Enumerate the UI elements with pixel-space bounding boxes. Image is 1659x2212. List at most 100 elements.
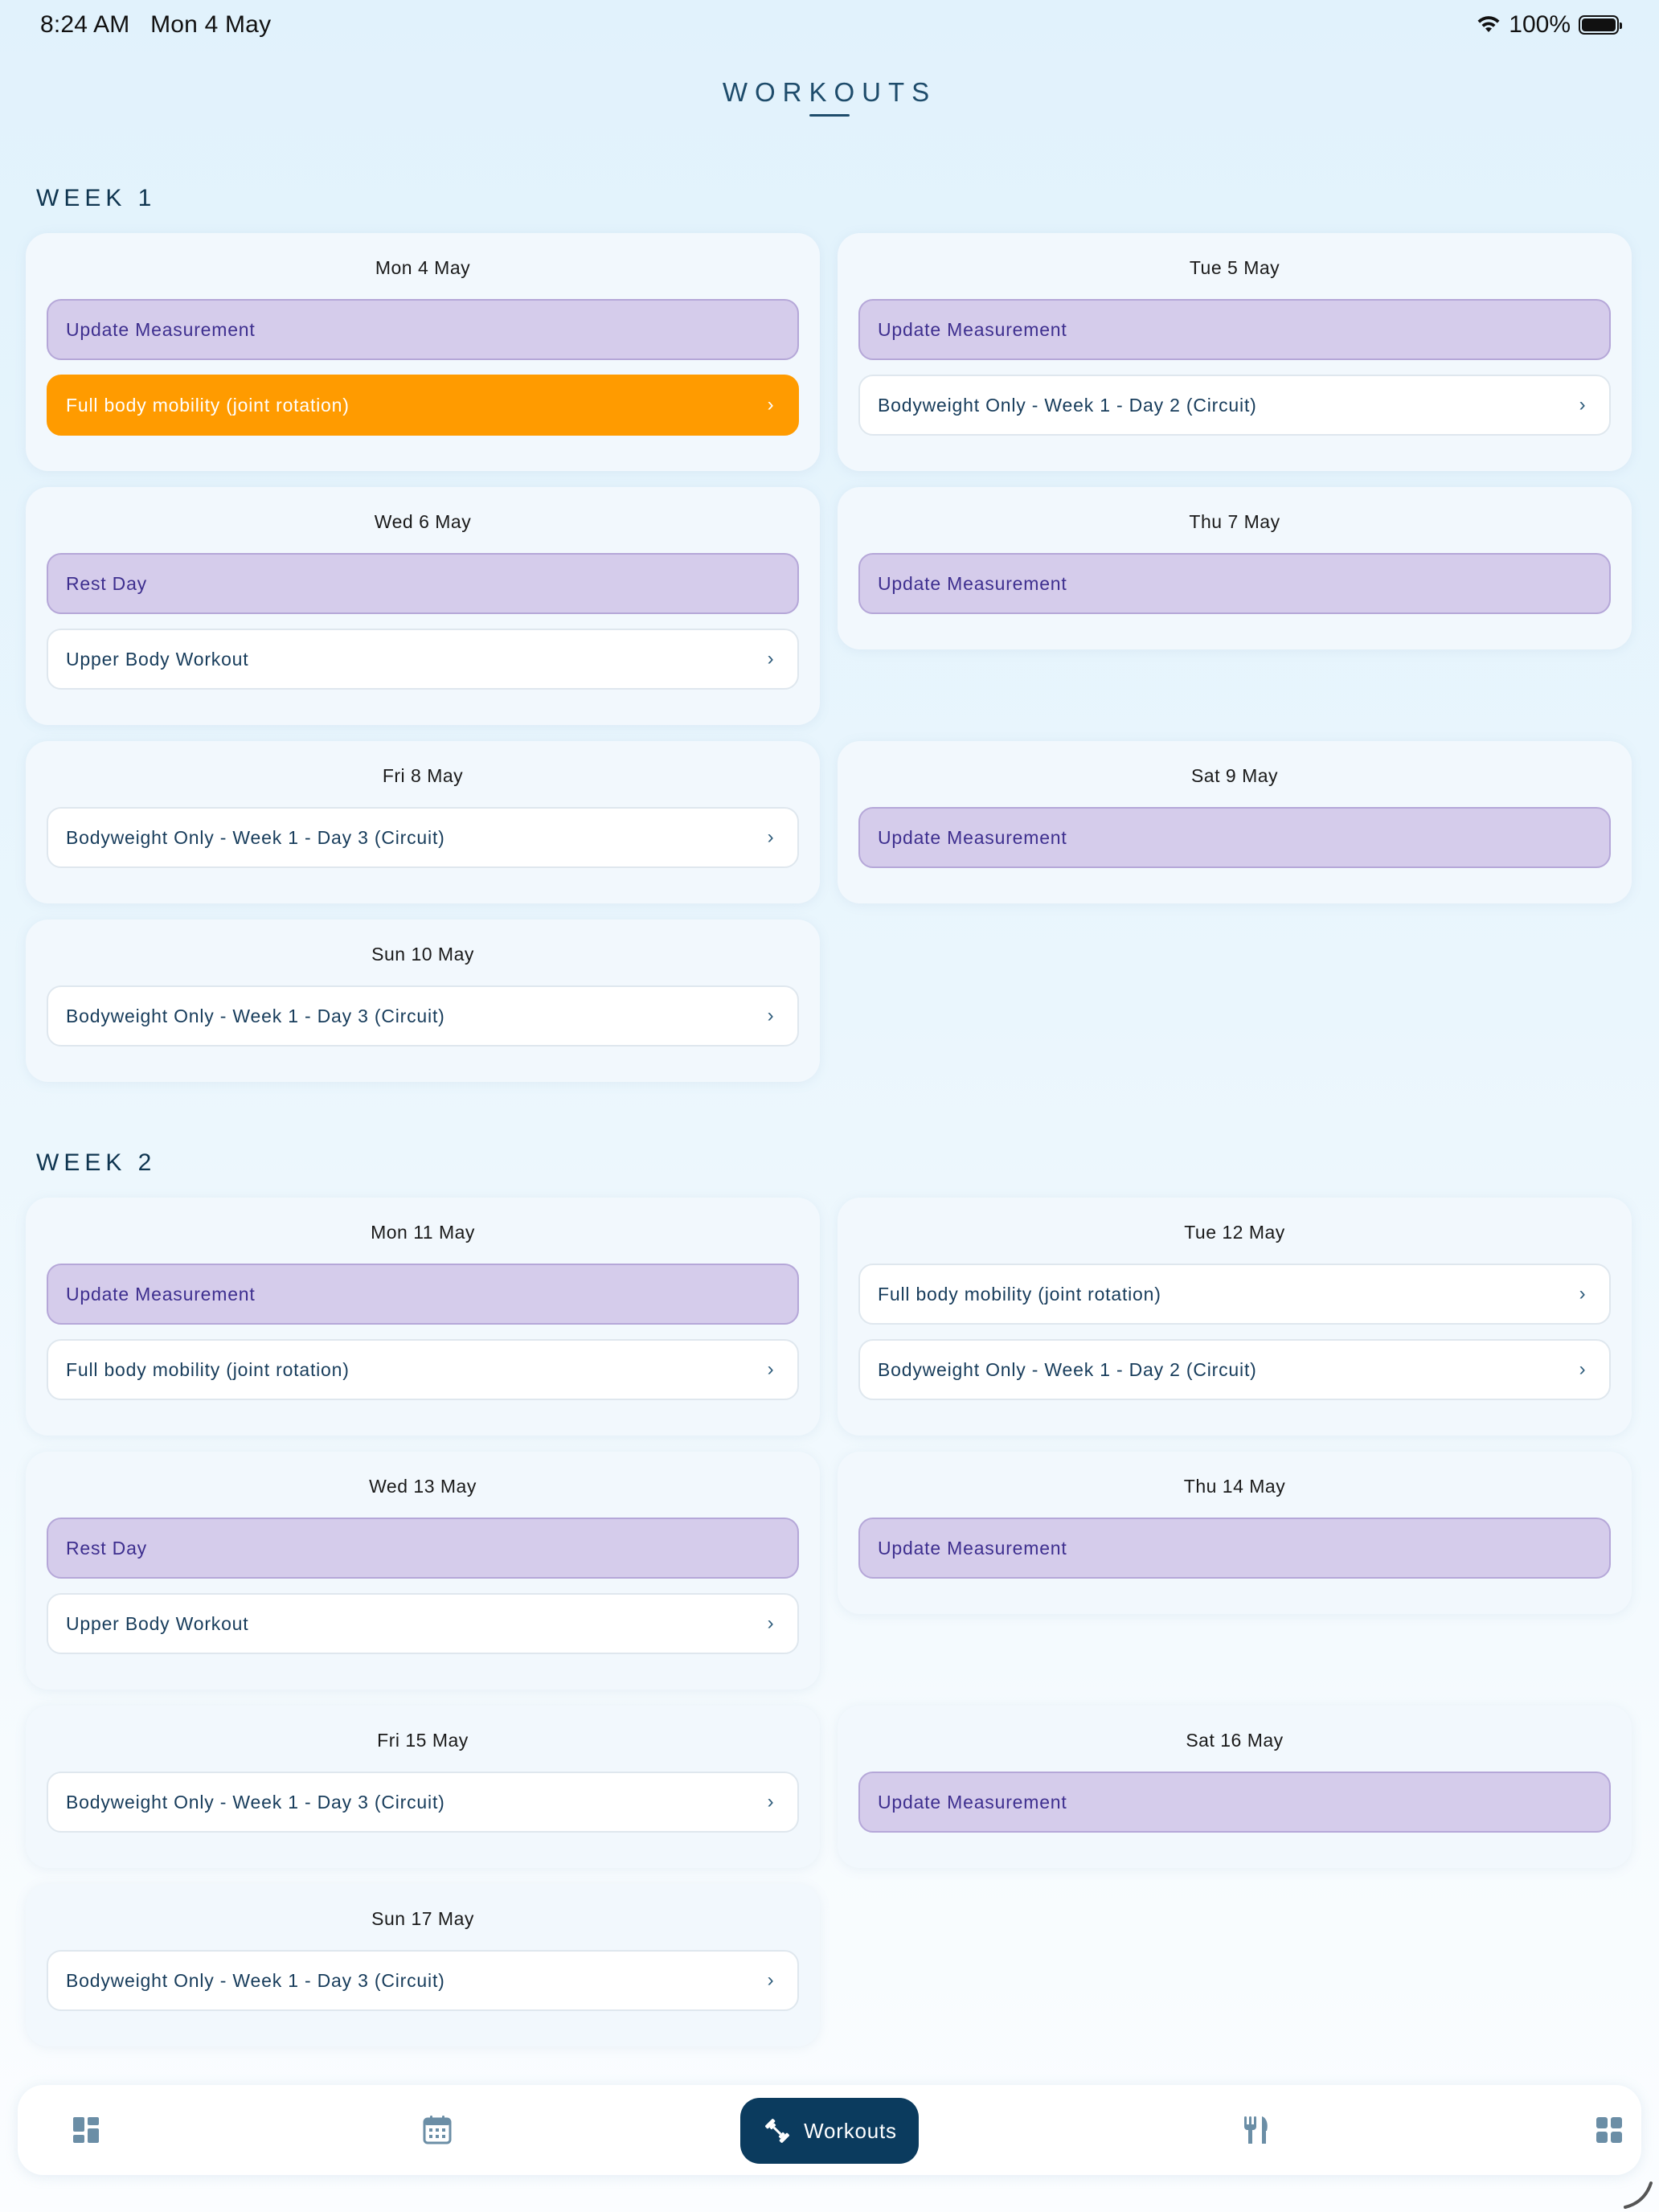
item-label: Bodyweight Only - Week 1 - Day 3 (Circui… xyxy=(66,826,445,848)
item-label: Bodyweight Only - Week 1 - Day 2 (Circui… xyxy=(878,394,1257,416)
chevron-right-icon: › xyxy=(767,1612,775,1634)
workout-item[interactable]: Bodyweight Only - Week 1 - Day 3 (Circui… xyxy=(47,807,799,868)
workout-item[interactable]: Full body mobility (joint rotation) › xyxy=(858,1264,1611,1325)
day-card: Wed 13 May Rest Day Upper Body Workout › xyxy=(26,1452,820,1690)
day-card: Fri 15 May Bodyweight Only - Week 1 - Da… xyxy=(26,1706,820,1868)
bottom-nav: Workouts xyxy=(18,2085,1641,2175)
rest-day-item[interactable]: Rest Day xyxy=(47,1518,799,1579)
workout-item[interactable]: Upper Body Workout › xyxy=(47,1593,799,1654)
day-card: Sun 17 May Bodyweight Only - Week 1 - Da… xyxy=(26,1884,820,2046)
battery-percent: 100% xyxy=(1509,11,1571,38)
chevron-right-icon: › xyxy=(767,1969,775,1991)
item-label: Update Measurement xyxy=(878,826,1067,848)
day-title: Wed 13 May xyxy=(369,1476,477,1497)
workout-item[interactable]: Bodyweight Only - Week 1 - Day 3 (Circui… xyxy=(47,985,799,1047)
update-measurement-item[interactable]: Update Measurement xyxy=(47,1264,799,1325)
day-title: Tue 12 May xyxy=(1184,1222,1285,1243)
day-title: Thu 7 May xyxy=(1189,511,1280,532)
workout-item[interactable]: Upper Body Workout › xyxy=(47,629,799,690)
dashboard-icon xyxy=(73,2117,99,2143)
item-label: Full body mobility (joint rotation) xyxy=(878,1283,1161,1305)
nav-nutrition[interactable] xyxy=(1220,2085,1292,2175)
day-title: Fri 8 May xyxy=(382,765,464,786)
nav-calendar[interactable] xyxy=(401,2085,473,2175)
fork-knife-icon xyxy=(1244,2116,1268,2144)
day-card: Thu 14 May Update Measurement xyxy=(838,1452,1632,1614)
battery-icon xyxy=(1579,15,1622,35)
status-time: 8:24 AM Mon 4 May xyxy=(40,11,271,39)
update-measurement-item[interactable]: Update Measurement xyxy=(47,299,799,360)
nav-dashboard[interactable] xyxy=(50,2085,122,2175)
item-label: Update Measurement xyxy=(878,572,1067,594)
week-1-header: WEEK 1 xyxy=(36,185,157,211)
item-label: Full body mobility (joint rotation) xyxy=(66,1358,350,1380)
dumbbell-icon xyxy=(765,2119,790,2143)
item-label: Full body mobility (joint rotation) xyxy=(66,394,350,416)
day-card: Sat 16 May Update Measurement xyxy=(838,1706,1632,1868)
day-title: Sun 10 May xyxy=(371,944,474,965)
item-label: Upper Body Workout xyxy=(66,1612,249,1634)
workout-item[interactable]: Bodyweight Only - Week 1 - Day 3 (Circui… xyxy=(47,1950,799,2011)
day-title: Fri 15 May xyxy=(377,1730,469,1751)
day-card: Sat 9 May Update Measurement xyxy=(838,741,1632,903)
status-bar: 8:24 AM Mon 4 May 100% xyxy=(0,0,1659,51)
day-title: Mon 11 May xyxy=(371,1222,475,1243)
item-label: Update Measurement xyxy=(878,318,1067,340)
chevron-right-icon: › xyxy=(767,1005,775,1026)
chevron-right-icon: › xyxy=(767,1358,775,1380)
calendar-icon xyxy=(423,2116,452,2144)
workout-item[interactable]: Bodyweight Only - Week 1 - Day 2 (Circui… xyxy=(858,375,1611,436)
wifi-icon xyxy=(1477,16,1500,32)
workout-item-highlighted[interactable]: Full body mobility (joint rotation) › xyxy=(47,375,799,436)
status-clock: 8:24 AM xyxy=(40,11,130,38)
item-label: Update Measurement xyxy=(878,1791,1067,1813)
update-measurement-item[interactable]: Update Measurement xyxy=(858,553,1611,614)
day-card: Thu 7 May Update Measurement xyxy=(838,487,1632,649)
chevron-right-icon: › xyxy=(1579,394,1587,416)
nav-workouts[interactable]: Workouts xyxy=(740,2098,919,2164)
chevron-right-icon: › xyxy=(767,648,775,670)
rest-day-item[interactable]: Rest Day xyxy=(47,553,799,614)
chevron-right-icon: › xyxy=(1579,1358,1587,1380)
day-title: Wed 6 May xyxy=(374,511,472,532)
nav-workouts-label: Workouts xyxy=(804,2118,897,2143)
day-card: Wed 6 May Rest Day Upper Body Workout › xyxy=(26,487,820,725)
chevron-right-icon: › xyxy=(767,826,775,848)
chevron-right-icon: › xyxy=(767,1791,775,1813)
day-card: Sun 10 May Bodyweight Only - Week 1 - Da… xyxy=(26,920,820,1082)
workout-item[interactable]: Bodyweight Only - Week 1 - Day 3 (Circui… xyxy=(47,1772,799,1833)
update-measurement-item[interactable]: Update Measurement xyxy=(858,1518,1611,1579)
day-title: Sat 9 May xyxy=(1190,765,1279,786)
chevron-right-icon: › xyxy=(767,394,775,416)
item-label: Update Measurement xyxy=(66,318,256,340)
status-date: Mon 4 May xyxy=(150,11,272,38)
item-label: Upper Body Workout xyxy=(66,648,249,670)
item-label: Bodyweight Only - Week 1 - Day 3 (Circui… xyxy=(66,1005,445,1026)
nav-more[interactable] xyxy=(1573,2085,1645,2175)
workout-item[interactable]: Bodyweight Only - Week 1 - Day 2 (Circui… xyxy=(858,1339,1611,1400)
day-title: Thu 14 May xyxy=(1183,1476,1286,1497)
home-corner-indicator-icon xyxy=(1624,2181,1653,2209)
item-label: Update Measurement xyxy=(878,1537,1067,1559)
day-card: Mon 11 May Update Measurement Full body … xyxy=(26,1198,820,1436)
workout-item[interactable]: Full body mobility (joint rotation) › xyxy=(47,1339,799,1400)
day-title: Mon 4 May xyxy=(375,257,471,278)
update-measurement-item[interactable]: Update Measurement xyxy=(858,299,1611,360)
chevron-right-icon: › xyxy=(1579,1283,1587,1305)
item-label: Rest Day xyxy=(66,1537,147,1559)
update-measurement-item[interactable]: Update Measurement xyxy=(858,1772,1611,1833)
day-title: Sun 17 May xyxy=(371,1908,474,1929)
week-2-header: WEEK 2 xyxy=(36,1149,157,1176)
day-card: Fri 8 May Bodyweight Only - Week 1 - Day… xyxy=(26,741,820,903)
update-measurement-item[interactable]: Update Measurement xyxy=(858,807,1611,868)
item-label: Bodyweight Only - Week 1 - Day 2 (Circui… xyxy=(878,1358,1257,1380)
page-title: WORKOUTS xyxy=(722,77,937,107)
day-title: Sat 16 May xyxy=(1186,1730,1284,1751)
title-underline xyxy=(809,114,850,117)
day-card: Tue 5 May Update Measurement Bodyweight … xyxy=(838,233,1632,471)
day-title: Tue 5 May xyxy=(1189,257,1280,278)
status-indicators: 100% xyxy=(1477,11,1622,39)
item-label: Update Measurement xyxy=(66,1283,256,1305)
day-card: Tue 12 May Full body mobility (joint rot… xyxy=(838,1198,1632,1436)
item-label: Bodyweight Only - Week 1 - Day 3 (Circui… xyxy=(66,1969,445,1991)
